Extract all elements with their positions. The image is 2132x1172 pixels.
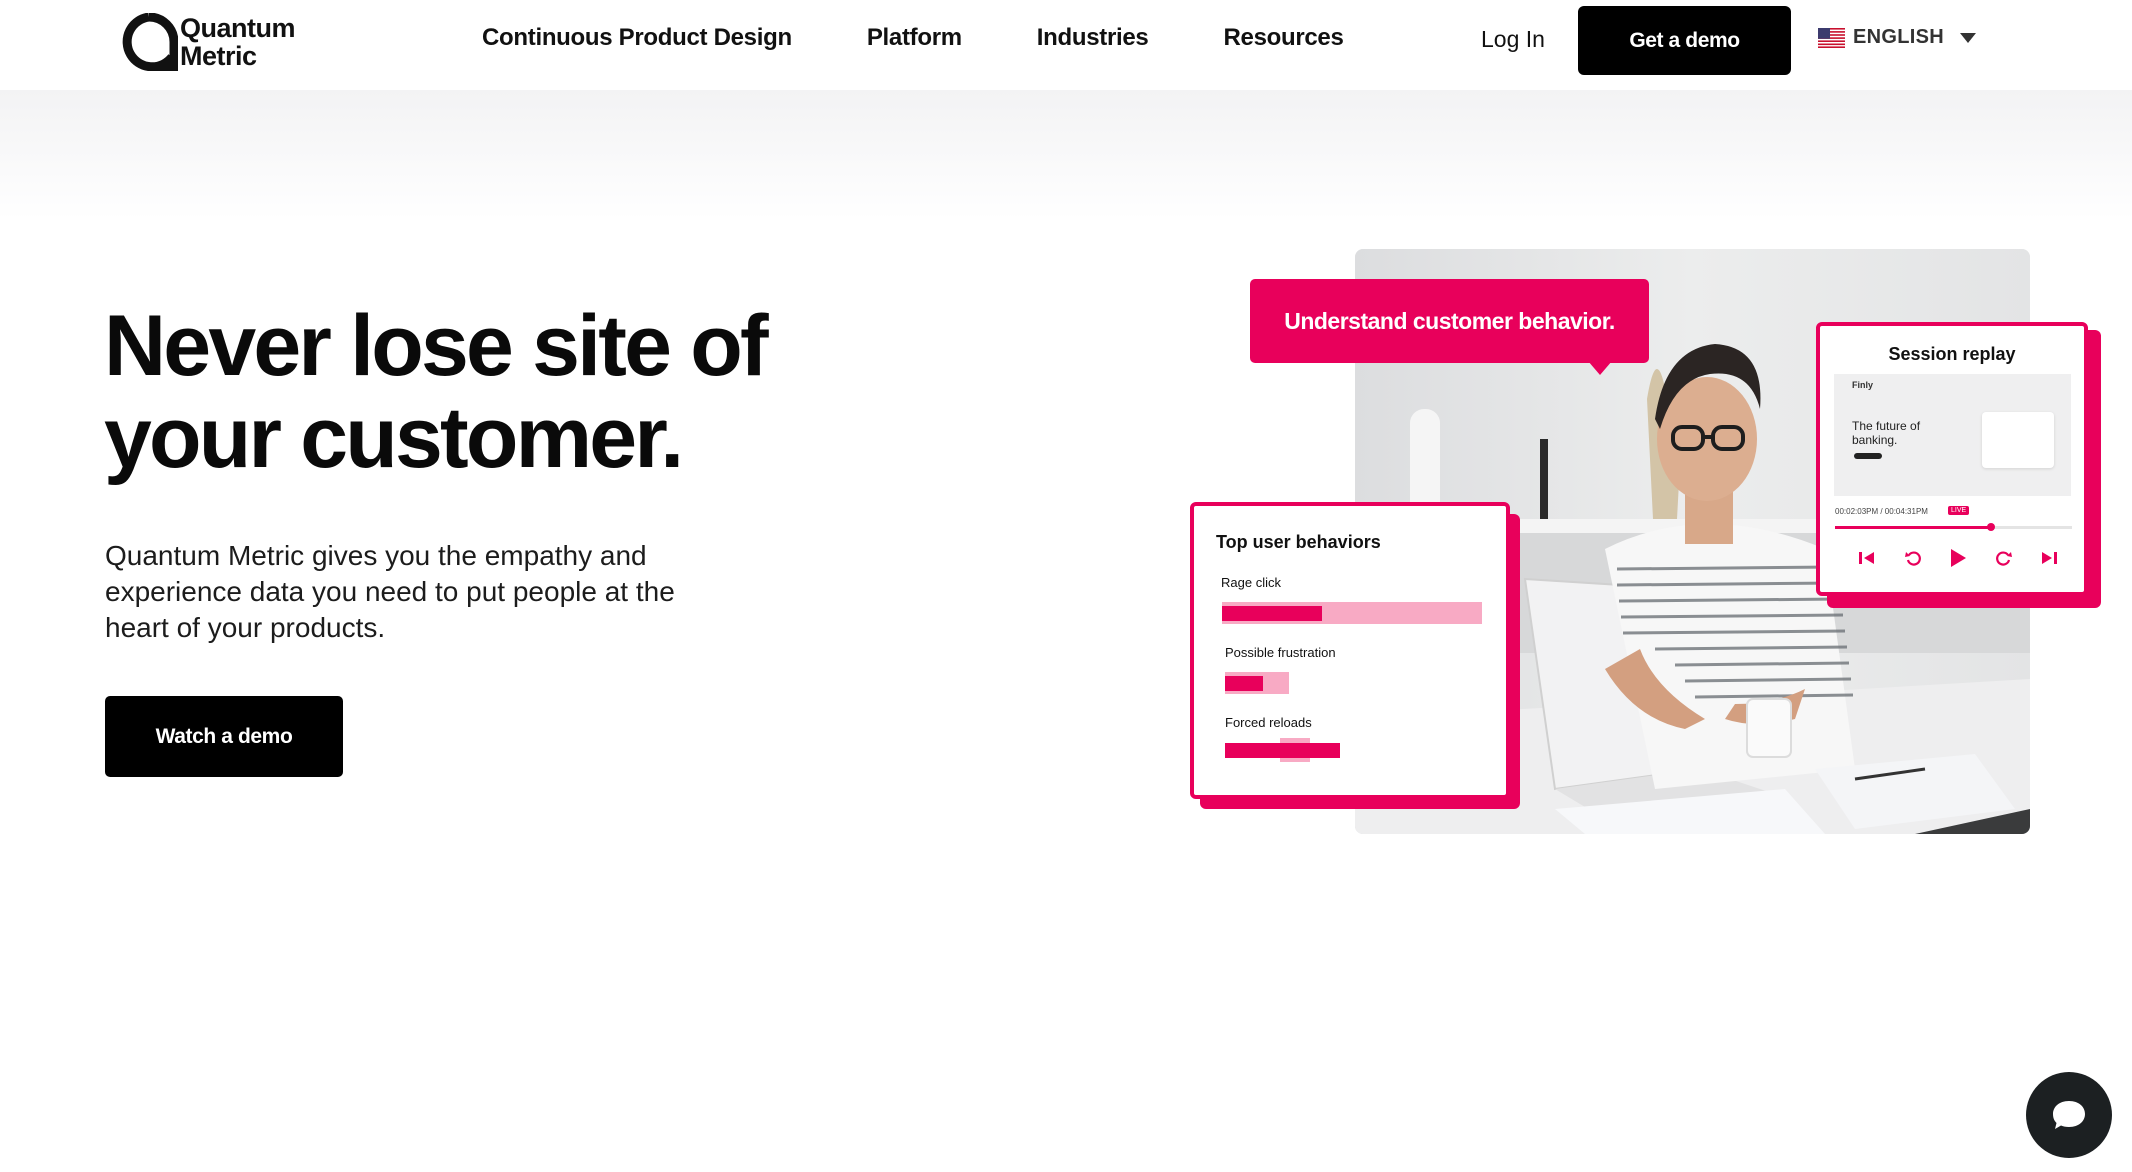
replay-progress-knob[interactable] — [1987, 523, 1995, 531]
replay-card-preview — [1982, 412, 2054, 468]
watch-a-demo-button[interactable]: Watch a demo — [105, 696, 343, 777]
possible-frustration-bar — [1225, 676, 1263, 691]
language-selector[interactable]: ENGLISH — [1818, 26, 1976, 49]
header-shadow — [0, 90, 2132, 220]
metric-label-possible-frustration: Possible frustration — [1225, 645, 1336, 660]
rage-click-bar — [1222, 606, 1322, 621]
caret-down-icon — [1960, 32, 1976, 43]
session-replay-card: Session replay Finly The future of banki… — [1816, 322, 2088, 596]
skip-forward-icon[interactable] — [2040, 550, 2058, 571]
replay-timestamp: 00:02:03PM / 00:04:31PM — [1835, 507, 1928, 516]
session-replay-title: Session replay — [1888, 344, 2016, 364]
language-label: ENGLISH — [1853, 26, 1944, 48]
rewind-icon[interactable] — [1904, 549, 1922, 572]
us-flag-icon — [1818, 27, 1845, 48]
hero-title-line-1: Never lose site of — [104, 298, 769, 394]
nav-resources[interactable]: Resources — [1223, 24, 1343, 52]
nav-platform[interactable]: Platform — [867, 24, 962, 52]
replay-brand: Finly — [1852, 380, 1874, 390]
metric-label-forced-reloads: Forced reloads — [1225, 715, 1312, 730]
get-a-demo-button[interactable]: Get a demo — [1578, 6, 1791, 75]
hero-title: Never lose site of your customer. — [104, 300, 824, 484]
logo[interactable]: Quantum Metric — [120, 12, 296, 72]
replay-tagline: The future of banking. — [1852, 419, 1921, 447]
chat-launcher[interactable] — [2026, 1072, 2112, 1158]
top-user-behaviors-card: Top user behaviors Rage click Possible f… — [1190, 502, 1510, 799]
forced-reloads-bar — [1225, 743, 1340, 758]
replay-controls — [1858, 548, 2058, 573]
logo-text: Quantum Metric — [180, 13, 296, 71]
nav-continuous-product-design[interactable]: Continuous Product Design — [482, 24, 792, 52]
skip-back-icon[interactable] — [1858, 550, 1876, 571]
chat-bubble-icon — [2053, 1101, 2085, 1129]
main-nav: Continuous Product Design Platform Indus… — [482, 24, 1419, 52]
logo-line-2: Metric — [180, 41, 257, 71]
quantum-metric-logo-icon — [120, 12, 179, 72]
behavior-callout: Understand customer behavior. — [1250, 279, 1649, 363]
nav-industries[interactable]: Industries — [1037, 24, 1149, 52]
metric-label-rage-click: Rage click — [1221, 575, 1281, 590]
hero-title-line-2: your customer. — [104, 390, 684, 486]
replay-cta-pill — [1854, 453, 1882, 459]
live-badge: LIVE — [1948, 506, 1970, 515]
logo-line-1: Quantum — [180, 13, 296, 43]
callout-tail — [1588, 361, 1612, 375]
play-icon[interactable] — [1949, 548, 1967, 573]
hero-subtitle: Quantum Metric gives you the empathy and… — [105, 540, 675, 643]
forward-icon[interactable] — [1995, 549, 2013, 572]
site-header: Quantum Metric Continuous Product Design… — [0, 0, 2132, 90]
replay-progress-fill — [1835, 526, 1991, 529]
behaviors-card-title: Top user behaviors — [1216, 532, 1381, 552]
login-link[interactable]: Log In — [1481, 26, 1545, 53]
replay-screen: Finly The future of banking. — [1834, 374, 2071, 496]
